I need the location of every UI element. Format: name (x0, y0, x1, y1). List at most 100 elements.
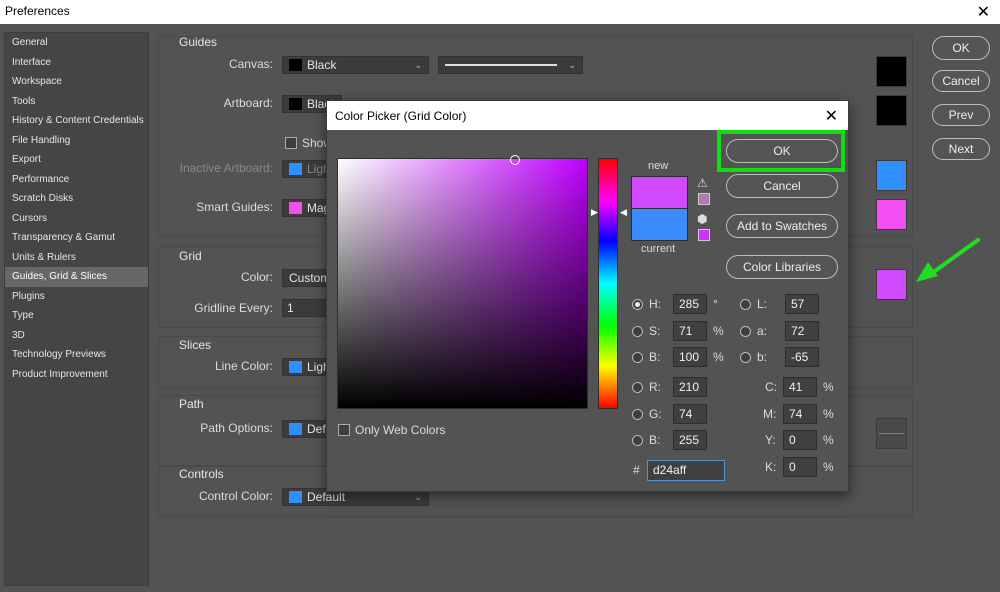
next-button[interactable]: Next (932, 138, 990, 160)
h-input[interactable]: 285 (673, 294, 707, 314)
add-to-swatches-button[interactable]: Add to Swatches (726, 214, 838, 238)
chevron-down-icon: ⌄ (414, 60, 422, 70)
sidebar-item[interactable]: Transparency & Gamut (5, 228, 148, 248)
s-radio[interactable] (632, 326, 643, 337)
canvas-label: Canvas: (228, 57, 273, 71)
only-web-colors-checkbox[interactable] (338, 424, 350, 436)
arrow-annotation-icon (916, 238, 980, 282)
dialog-titlebar: Color Picker (Grid Color) ✕ (327, 101, 848, 130)
b-input[interactable]: 100 (673, 347, 707, 367)
new-color-preview (631, 176, 688, 209)
k-input[interactable]: 0 (783, 457, 817, 477)
hue-slider[interactable] (598, 158, 618, 409)
only-web-colors-label: Only Web Colors (355, 423, 446, 437)
slices-title: Slices (179, 338, 212, 352)
pct-unit: % (823, 407, 834, 421)
y-input[interactable]: 0 (783, 430, 817, 450)
c-label: C: (765, 380, 777, 394)
show-checkbox[interactable] (285, 137, 297, 149)
path-options-label: Path Options: (200, 421, 273, 435)
sidebar-item[interactable]: Plugins (5, 287, 148, 307)
sidebar-item[interactable]: Cursors (5, 209, 148, 229)
b-radio[interactable] (632, 352, 643, 363)
pct-unit: % (713, 350, 724, 364)
sidebar-item[interactable]: Type (5, 306, 148, 326)
k-label: K: (765, 460, 777, 474)
web-safe-color-swatch[interactable] (698, 229, 710, 241)
sidebar-item[interactable]: Interface (5, 53, 148, 73)
current-color-preview[interactable] (631, 208, 688, 241)
hex-input[interactable]: d24aff (647, 460, 725, 481)
sidebar: General Interface Workspace Tools History & … (4, 32, 149, 586)
control-color-label: Control Color: (198, 489, 273, 503)
canvas-color-select[interactable]: Black ⌄ (282, 56, 429, 74)
prev-button[interactable]: Prev (932, 104, 990, 126)
gamut-warning-icon[interactable]: ⚠ (697, 176, 708, 190)
smart-guides-label: Smart Guides: (196, 200, 273, 214)
l-radio[interactable] (740, 299, 751, 310)
b-label: B: (649, 350, 661, 364)
sidebar-item[interactable]: History & Content Credentials (5, 111, 148, 131)
h-radio[interactable] (632, 299, 643, 310)
hue-pointer-left-icon[interactable]: ▶ (591, 207, 598, 218)
controls-title: Controls (179, 467, 224, 481)
r-input[interactable]: 210 (673, 377, 707, 397)
path-title: Path (179, 397, 204, 411)
sidebar-item[interactable]: Product Improvement (5, 365, 148, 385)
pct-unit: % (823, 460, 834, 474)
color-swatch (289, 361, 302, 373)
sidebar-item[interactable]: Workspace (5, 72, 148, 92)
s-input[interactable]: 71 (673, 321, 707, 341)
smart-guides-swatch[interactable] (876, 199, 907, 230)
color-swatch (289, 423, 302, 435)
cancel-button[interactable]: Cancel (932, 70, 990, 92)
web-safe-cube-icon[interactable]: ⬢ (697, 212, 707, 226)
sidebar-item[interactable]: General (5, 33, 148, 53)
a-radio[interactable] (740, 326, 751, 337)
color-libraries-button[interactable]: Color Libraries (726, 255, 838, 279)
saturation-brightness-field[interactable] (337, 155, 588, 409)
sidebar-item[interactable]: Guides, Grid & Slices (5, 267, 148, 287)
lab-b-radio[interactable] (740, 352, 751, 363)
sidebar-item[interactable]: Performance (5, 170, 148, 190)
a-input[interactable]: 72 (785, 321, 819, 341)
artboard-label: Artboard: (223, 96, 273, 110)
hash-label: # (633, 463, 640, 477)
sidebar-item[interactable]: File Handling (5, 131, 148, 151)
r-radio[interactable] (632, 382, 643, 393)
picker-cancel-button[interactable]: Cancel (726, 174, 838, 198)
m-input[interactable]: 74 (783, 404, 817, 424)
sidebar-item[interactable]: Units & Rulers (5, 248, 148, 268)
c-input[interactable]: 41 (783, 377, 817, 397)
hue-pointer-right-icon[interactable]: ◀ (620, 207, 627, 218)
sidebar-item[interactable]: Technology Previews (5, 345, 148, 365)
color-field-cursor[interactable] (510, 155, 520, 165)
blue-input[interactable]: 255 (673, 430, 707, 450)
gamut-color-swatch[interactable] (698, 193, 710, 205)
blue-radio[interactable] (632, 435, 643, 446)
sidebar-item[interactable]: Scratch Disks (5, 189, 148, 209)
g-radio[interactable] (632, 409, 643, 420)
sidebar-item[interactable]: 3D (5, 326, 148, 346)
g-label: G: (649, 407, 662, 421)
inactive-artboard-swatch[interactable] (876, 160, 907, 191)
color-swatch (289, 491, 302, 503)
window-titlebar: Preferences ✕ (0, 0, 1000, 24)
canvas-line-style-select[interactable]: ⌄ (438, 56, 583, 74)
canvas-color-swatch[interactable] (876, 56, 907, 87)
grid-color-swatch[interactable] (876, 269, 907, 300)
artboard-color-swatch[interactable] (876, 95, 907, 126)
l-input[interactable]: 57 (785, 294, 819, 314)
lab-b-input[interactable]: -65 (785, 347, 819, 367)
y-label: Y: (765, 433, 776, 447)
pct-unit: % (823, 380, 834, 394)
sidebar-item[interactable]: Tools (5, 92, 148, 112)
inactive-artboard-label: Inactive Artboard: (179, 161, 273, 175)
g-input[interactable]: 74 (673, 404, 707, 424)
sidebar-item[interactable]: Export (5, 150, 148, 170)
line-style-preview (445, 64, 557, 66)
picker-ok-button[interactable]: OK (726, 139, 838, 163)
close-icon[interactable]: ✕ (825, 106, 838, 126)
ok-button[interactable]: OK (932, 36, 990, 60)
close-icon[interactable]: ✕ (977, 2, 990, 22)
